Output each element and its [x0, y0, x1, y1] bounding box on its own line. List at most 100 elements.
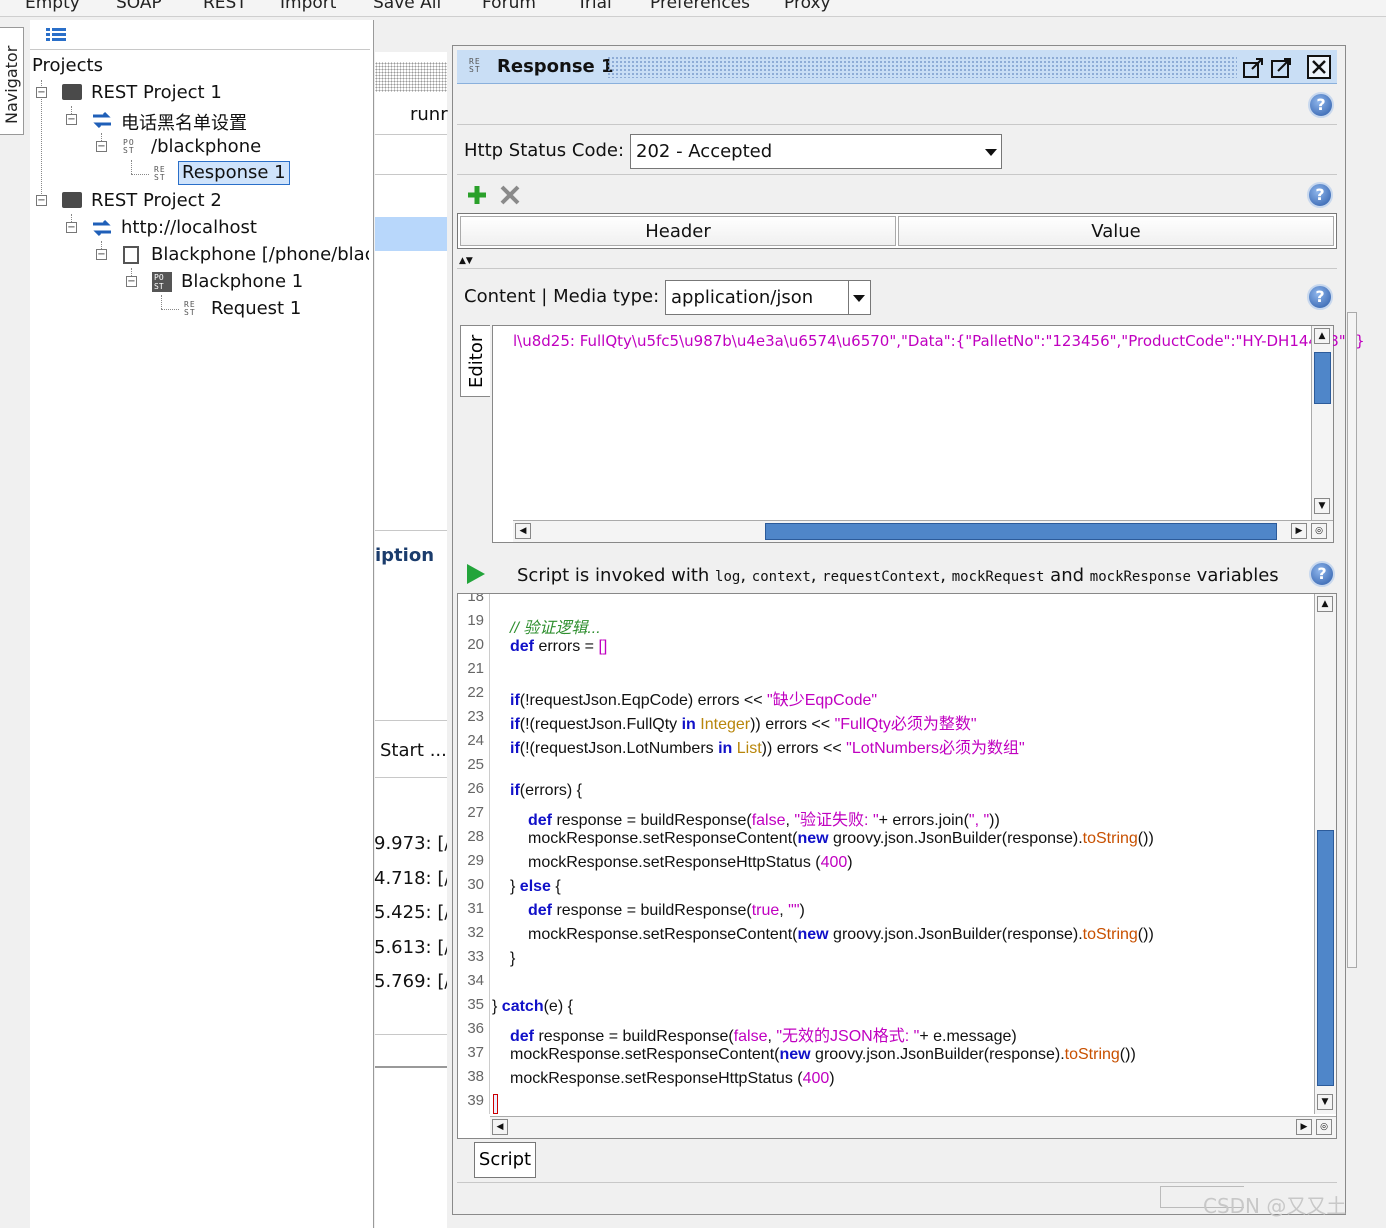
line-number: 32 [467, 924, 484, 941]
help-icon[interactable]: ? [1309, 561, 1335, 587]
scroll-thumb[interactable] [765, 523, 1277, 540]
runner-text: runr [410, 104, 448, 125]
script-info-suffix: variables [1196, 565, 1279, 586]
toolbar-save-all-button[interactable]: Save All [373, 0, 441, 13]
scroll-right-icon[interactable]: ▶ [1291, 523, 1307, 539]
response-content-editor[interactable]: l\u8d25: FullQty\u5fc5\u987b\u4e3a\u6574… [492, 325, 1365, 543]
script-var-mock-request: mockRequest [951, 569, 1045, 585]
tree-item-rest-project-2[interactable]: REST Project 2 [91, 190, 222, 211]
line-number: 34 [467, 972, 484, 989]
text-cursor [493, 1094, 498, 1114]
description-tab-text[interactable]: iption [375, 545, 447, 566]
rest-service-icon [93, 111, 111, 129]
resource-icon [123, 246, 139, 264]
close-window-icon[interactable] [1307, 55, 1331, 79]
outer-scrollbar[interactable] [1347, 312, 1357, 968]
tree-item-response-1[interactable]: Response 1 [178, 161, 290, 185]
log-row: 5.425: [/l [374, 902, 447, 923]
value-column[interactable]: Value [898, 216, 1334, 246]
scroll-right-icon[interactable]: ▶ [1296, 1119, 1312, 1135]
rest-service-icon [93, 219, 111, 237]
media-type-select[interactable]: application/json [665, 280, 871, 315]
zoom-icon[interactable]: ◎ [1316, 1119, 1332, 1135]
script-vertical-scrollbar[interactable]: ▲ ▼ [1314, 594, 1336, 1114]
scroll-thumb[interactable] [1314, 352, 1331, 404]
script-info-and: and [1050, 565, 1085, 586]
toolbar-rest-button[interactable]: REST [203, 0, 247, 13]
line-number: 29 [467, 852, 484, 869]
toolbar-trial-button[interactable]: Trial [577, 0, 612, 13]
tree-toggle[interactable]: − [66, 222, 77, 233]
splitter-arrows-icon[interactable]: ▲▼ [459, 257, 473, 266]
tree-toggle[interactable]: − [96, 141, 107, 152]
line-number: 23 [467, 708, 484, 725]
script-info-label: Script is invoked with log, context, req… [517, 565, 1279, 586]
tree-item-blackphone-resource[interactable]: /blackphone [151, 136, 261, 157]
line-number: 25 [467, 756, 484, 773]
scroll-up-icon[interactable]: ▲ [1317, 596, 1333, 612]
tree-toggle[interactable]: − [66, 114, 77, 125]
line-number: 33 [467, 948, 484, 965]
method-icon: PO ST [152, 272, 172, 292]
scroll-left-icon[interactable]: ◀ [515, 523, 531, 539]
add-header-icon[interactable] [466, 184, 488, 206]
maximize-window-icon[interactable] [1270, 55, 1294, 79]
toolbar-forum-button[interactable]: Forum [482, 0, 536, 13]
tree-item-blacklist-service[interactable]: 电话黑名单设置 [121, 109, 247, 135]
toolbar-proxy-button[interactable]: Proxy [784, 0, 831, 13]
editor-horizontal-scrollbar[interactable]: ◀ ▶ ◎ [513, 520, 1333, 542]
media-type-value: application/json [671, 287, 814, 308]
code-line-31: def response = buildResponse(true, "") [528, 902, 805, 919]
tree-toggle[interactable]: − [36, 195, 47, 206]
editor-tab[interactable]: Editor [460, 325, 490, 397]
toolbar-empty-button[interactable]: Empty [25, 0, 80, 13]
list-view-icon[interactable] [46, 28, 66, 42]
toolbar-import-button[interactable]: Import [280, 0, 336, 13]
tree-toggle[interactable]: − [126, 276, 137, 287]
script-editor[interactable]: 18 19 20 21 22 23 24 25 26 27 28 29 30 31 32 33 34 35 36 37… [457, 593, 1337, 1139]
tree-toggle[interactable]: − [96, 249, 107, 260]
tree-item-localhost-service[interactable]: http://localhost [121, 217, 257, 238]
toolbar-soap-button[interactable]: SOAP [116, 0, 162, 13]
response-body-text: l\u8d25: FullQty\u5fc5\u987b\u4e3a\u6574… [513, 332, 1365, 350]
tree-item-blackphone-resource-2[interactable]: Blackphone [/phone/blac [151, 244, 369, 265]
remove-header-icon[interactable] [499, 184, 521, 206]
tree-item-blackphone-method[interactable]: Blackphone 1 [181, 271, 303, 292]
tree-toggle[interactable]: − [36, 87, 47, 98]
header-column[interactable]: Header [460, 216, 896, 246]
line-number: 39 [467, 1092, 484, 1109]
help-icon[interactable]: ? [1307, 284, 1333, 310]
zoom-icon[interactable]: ◎ [1311, 523, 1327, 539]
script-var-request-context: requestContext [822, 569, 941, 585]
code-line-32: mockResponse.setResponseContent(new groo… [528, 926, 1154, 943]
script-horizontal-scrollbar[interactable]: ◀ ▶ ◎ [490, 1116, 1336, 1138]
help-icon[interactable]: ? [1308, 92, 1334, 118]
scroll-left-icon[interactable]: ◀ [492, 1119, 508, 1135]
chevron-down-icon [853, 295, 865, 302]
scroll-up-icon[interactable]: ▲ [1314, 328, 1330, 344]
navigator-tab-label: Navigator [2, 45, 21, 124]
scroll-down-icon[interactable]: ▼ [1314, 498, 1330, 514]
panel-header-texture [375, 62, 447, 92]
run-script-icon[interactable] [465, 563, 487, 585]
code-line-19: // 验证逻辑... [510, 620, 601, 637]
start-button[interactable]: Start ... [380, 740, 447, 761]
tree-item-rest-project-1[interactable]: REST Project 1 [91, 82, 222, 103]
tree-root-projects[interactable]: Projects [32, 55, 103, 76]
script-var-context: context [751, 569, 811, 585]
code-line-30: } else { [510, 878, 561, 895]
response-title-bar[interactable]: RE ST Response 1 [457, 50, 1337, 84]
line-number: 26 [467, 780, 484, 797]
code-line-26: if(errors) { [510, 782, 583, 799]
scroll-thumb[interactable] [1317, 830, 1334, 1086]
script-tab[interactable]: Script [474, 1142, 536, 1178]
line-number: 36 [467, 1020, 484, 1037]
toolbar-preferences-button[interactable]: Preferences [650, 0, 750, 13]
navigator-tab[interactable]: Navigator [0, 27, 24, 135]
tree-item-request-1[interactable]: Request 1 [211, 298, 301, 319]
help-icon[interactable]: ? [1307, 182, 1333, 208]
detach-window-icon[interactable] [1242, 55, 1266, 79]
scroll-down-icon[interactable]: ▼ [1317, 1094, 1333, 1110]
http-status-select[interactable]: 202 - Accepted [630, 134, 1002, 169]
editor-vertical-scrollbar[interactable]: ▲ ▼ [1311, 326, 1333, 522]
